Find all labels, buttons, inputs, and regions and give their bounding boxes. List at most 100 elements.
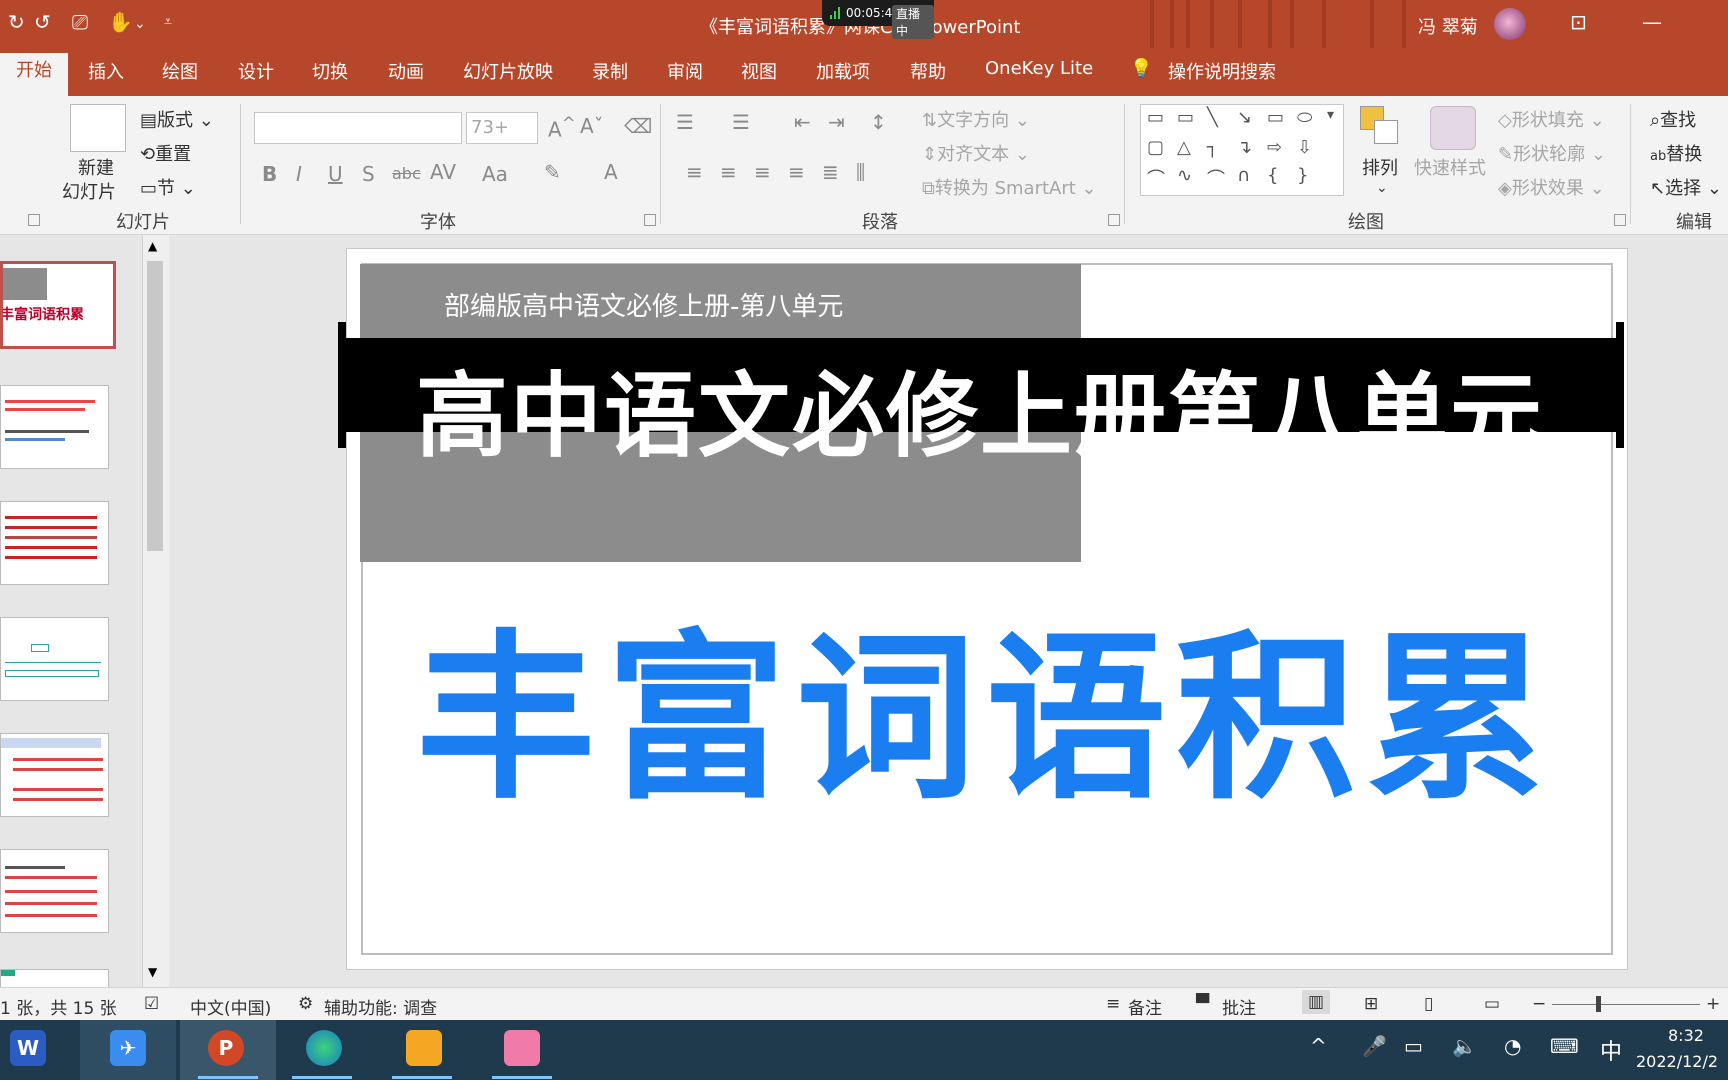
edge-icon[interactable] — [306, 1030, 342, 1066]
italic-icon[interactable]: I — [296, 162, 302, 186]
decrease-font-icon[interactable]: Aˇ — [580, 114, 604, 138]
layout-button[interactable]: ▤版式 ⌄ — [140, 106, 214, 132]
tab-draw[interactable]: 绘图 — [162, 58, 198, 84]
customize-toolbar-icon[interactable]: ⩡ — [164, 14, 172, 30]
show-hidden-icons-icon[interactable]: ^ — [1310, 1034, 1327, 1058]
new-slide-icon[interactable] — [70, 104, 126, 152]
columns-icon[interactable]: ⫼ — [856, 160, 865, 184]
arrange-icon[interactable] — [1360, 106, 1398, 144]
shapes-gallery[interactable]: ▭ ▭ ╲ ↘ ▭ ⬭ ▢ △ ┐ ↴ ⇨ ⇩ ⌒ ∿ ⌒ ∩ { } ▾ — [1140, 104, 1344, 196]
powerpoint-icon[interactable]: P — [208, 1030, 244, 1066]
slide-thumbnail-4[interactable] — [0, 617, 109, 701]
align-left-icon[interactable]: ≡ — [686, 160, 703, 184]
right-arrow-shape-icon[interactable]: ⇨ — [1267, 137, 1282, 158]
slide-thumbnail-5[interactable] — [0, 733, 109, 817]
curve-shape-icon[interactable]: ∩ — [1237, 165, 1250, 186]
tab-insert[interactable]: 插入 — [88, 58, 124, 84]
highlight-icon[interactable]: ✎ — [544, 160, 561, 184]
bilibili-icon[interactable] — [504, 1030, 540, 1066]
line-shape-icon[interactable]: ╲ — [1207, 107, 1218, 128]
arc-shape-icon[interactable]: ⌒ — [1207, 165, 1225, 191]
font-color-icon[interactable]: A — [604, 160, 618, 184]
change-case-icon[interactable]: Aa — [482, 162, 508, 186]
tab-animations[interactable]: 动画 — [388, 58, 424, 84]
slides-launcher-icon[interactable] — [28, 214, 40, 226]
tab-review[interactable]: 审阅 — [667, 58, 703, 84]
scroll-up-icon[interactable]: ▲ — [148, 239, 157, 253]
section-button[interactable]: ▭节 ⌄ — [140, 174, 196, 200]
tab-home[interactable]: 开始 — [0, 53, 68, 96]
normal-view-icon[interactable]: ▥ — [1302, 990, 1331, 1014]
clock-date[interactable]: 2022/12/2 — [1636, 1052, 1718, 1071]
feishu-icon[interactable]: ✈ — [110, 1030, 146, 1066]
word-icon[interactable]: W — [10, 1030, 46, 1066]
spell-check-icon[interactable]: ☑ — [144, 994, 159, 1014]
textbox-shape-icon[interactable]: ▭ — [1147, 107, 1164, 128]
tab-design[interactable]: 设计 — [238, 58, 274, 84]
shape-outline-button[interactable]: ✎形状轮廓 ⌄ — [1498, 140, 1606, 166]
touch-mode-icon[interactable]: ✋ — [108, 10, 133, 34]
shape-fill-button[interactable]: ◇形状填充 ⌄ — [1498, 106, 1605, 132]
font-launcher-icon[interactable] — [644, 214, 656, 226]
zoom-slider-thumb[interactable] — [1596, 996, 1601, 1012]
triangle-shape-icon[interactable]: △ — [1177, 137, 1191, 158]
wifi-icon[interactable]: ◔ — [1504, 1034, 1521, 1058]
strikethrough-icon[interactable]: abc — [392, 164, 421, 183]
drawing-launcher-icon[interactable] — [1614, 214, 1626, 226]
increase-indent-icon[interactable]: ⇥ — [828, 110, 845, 134]
paragraph-launcher-icon[interactable] — [1108, 214, 1120, 226]
slideshow-view-icon[interactable]: ▭ — [1484, 994, 1500, 1014]
tell-me-search[interactable]: 操作说明搜索 — [1168, 58, 1276, 84]
comments-button[interactable]: 批注 — [1222, 994, 1256, 1019]
tab-onekey-lite[interactable]: OneKey Lite — [985, 58, 1093, 79]
slide-thumbnail-6[interactable] — [0, 849, 109, 933]
increase-font-icon[interactable]: A^ — [548, 114, 576, 142]
reset-button[interactable]: ⟲重置 — [140, 140, 191, 166]
tab-addins[interactable]: 加载项 — [816, 58, 870, 84]
slide-thumbnail-7[interactable] — [0, 969, 109, 989]
clock-time[interactable]: 8:32 — [1668, 1026, 1704, 1045]
justify-icon[interactable]: ≡ — [788, 160, 805, 184]
elbow-connector-shape-icon[interactable]: ┐ — [1207, 137, 1218, 158]
slide-subtitle[interactable]: 部编版高中语文必修上册-第八单元 — [444, 286, 843, 323]
down-arrow-shape-icon[interactable]: ⇩ — [1297, 137, 1312, 158]
shape-effects-button[interactable]: ◈形状效果 ⌄ — [1498, 174, 1605, 200]
video-app-icon[interactable] — [406, 1030, 442, 1066]
language-indicator[interactable]: 中文(中国) — [190, 994, 271, 1019]
slide-main-title[interactable]: 丰富词语积累 — [346, 572, 1626, 833]
volume-icon[interactable]: 🔈 — [1452, 1034, 1477, 1058]
new-slide-label-1[interactable]: 新建 — [78, 154, 114, 180]
decrease-indent-icon[interactable]: ⇤ — [794, 110, 811, 134]
line-spacing-icon[interactable]: ↕ — [870, 110, 887, 134]
font-size-field[interactable]: 73+ — [466, 112, 538, 144]
rectangle-shape-icon[interactable]: ▭ — [1267, 107, 1284, 128]
numbering-icon[interactable]: ☰ — [732, 110, 750, 134]
clear-formatting-icon[interactable]: ⌫ — [624, 114, 652, 138]
tab-transitions[interactable]: 切换 — [312, 58, 348, 84]
present-from-start-icon[interactable]: ⎚ — [72, 10, 88, 34]
align-text-button[interactable]: ⇕对齐文本 ⌄ — [922, 140, 1030, 166]
battery-icon[interactable]: ▭ — [1404, 1034, 1423, 1058]
quick-styles-icon[interactable] — [1430, 106, 1476, 150]
rounded-rect-shape-icon[interactable]: ▢ — [1147, 137, 1164, 158]
align-right-icon[interactable]: ≡ — [754, 160, 771, 184]
select-button[interactable]: ↖选择 ⌄ — [1650, 174, 1722, 200]
arrange-chevron-icon[interactable]: ⌄ — [1376, 180, 1388, 196]
microphone-icon[interactable]: 🎤 — [1362, 1034, 1387, 1058]
accessibility-status[interactable]: 辅助功能: 调查 — [324, 994, 437, 1019]
bold-icon[interactable]: B — [262, 162, 277, 186]
slide-thumbnail-3[interactable] — [0, 501, 109, 585]
ribbon-display-options-icon[interactable]: ⊡ — [1570, 10, 1587, 34]
slide-thumbnail-2[interactable] — [0, 385, 109, 469]
tab-record[interactable]: 录制 — [592, 58, 628, 84]
align-center-icon[interactable]: ≡ — [720, 160, 737, 184]
gallery-more-icon[interactable]: ▾ — [1327, 107, 1334, 123]
redo-icon[interactable]: ↻ — [8, 10, 25, 34]
tab-view[interactable]: 视图 — [741, 58, 777, 84]
text-direction-button[interactable]: ⇅文字方向 ⌄ — [922, 106, 1030, 132]
ime-indicator[interactable]: 中 — [1600, 1034, 1622, 1066]
avatar[interactable] — [1494, 8, 1526, 40]
tab-slideshow[interactable]: 幻灯片放映 — [463, 58, 553, 84]
quick-styles-label[interactable]: 快速样式 — [1414, 154, 1486, 180]
find-button[interactable]: ⌕查找 — [1650, 106, 1696, 132]
